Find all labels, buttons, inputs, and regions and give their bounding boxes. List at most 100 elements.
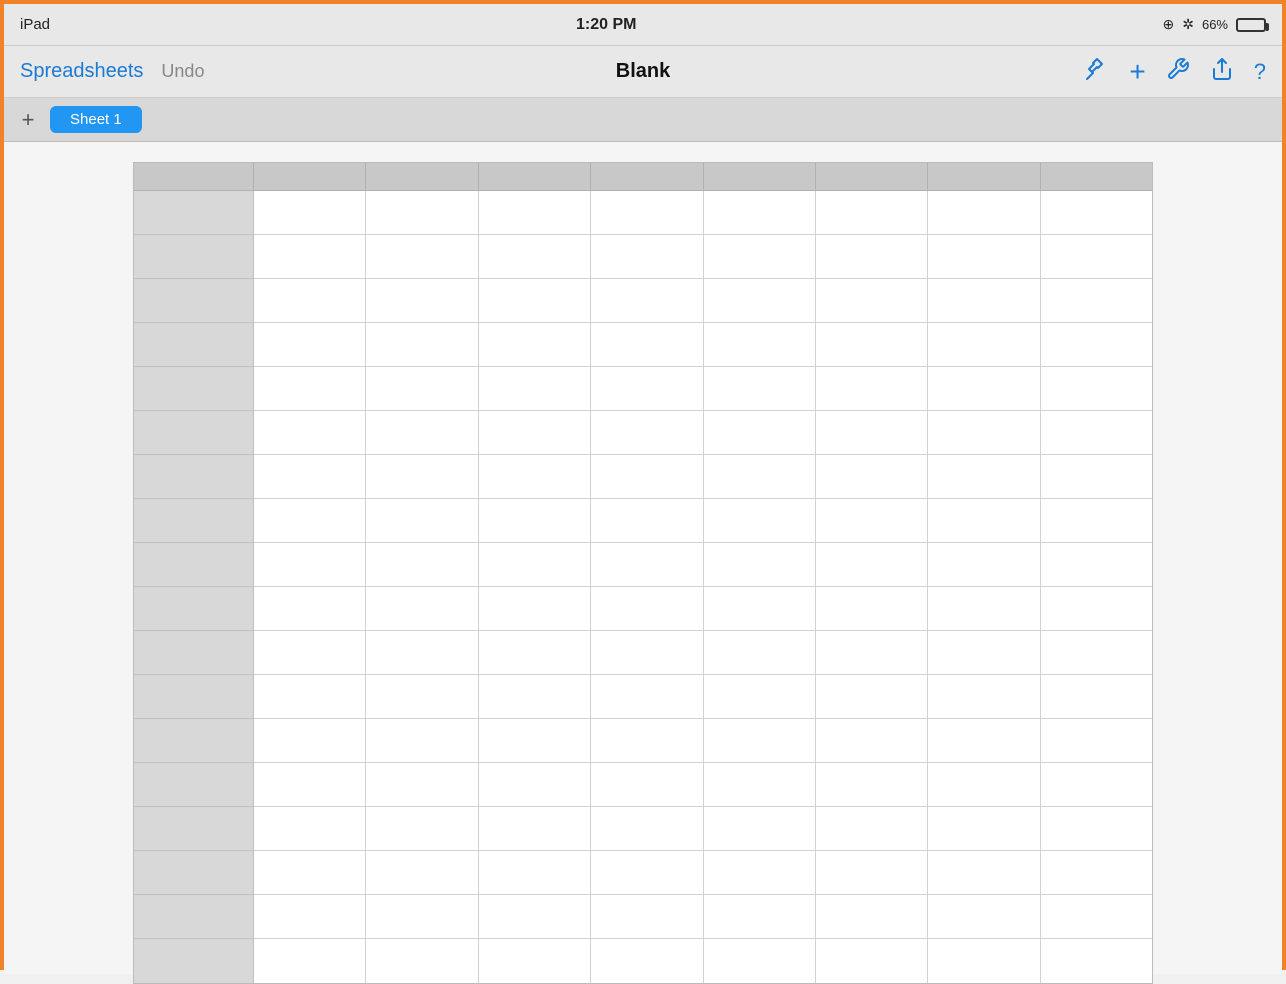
cell[interactable] xyxy=(1041,499,1152,543)
cell[interactable] xyxy=(816,939,928,983)
add-sheet-button[interactable]: + xyxy=(14,106,42,134)
sheet-tab-1[interactable]: Sheet 1 xyxy=(50,106,142,133)
cell[interactable] xyxy=(591,455,703,499)
format-icon[interactable] xyxy=(1085,57,1109,87)
col-header-f[interactable] xyxy=(816,163,928,191)
cell[interactable] xyxy=(366,235,478,279)
cell[interactable] xyxy=(928,323,1040,367)
cell[interactable] xyxy=(254,895,366,939)
cell[interactable] xyxy=(1041,235,1152,279)
cell[interactable] xyxy=(704,895,816,939)
cell[interactable] xyxy=(928,279,1040,323)
row-header[interactable] xyxy=(134,763,254,807)
cell[interactable] xyxy=(591,279,703,323)
cell[interactable] xyxy=(366,455,478,499)
cell[interactable] xyxy=(816,367,928,411)
cell[interactable] xyxy=(591,851,703,895)
cell[interactable] xyxy=(704,719,816,763)
cell[interactable] xyxy=(366,191,478,235)
cell[interactable] xyxy=(928,631,1040,675)
cell[interactable] xyxy=(816,807,928,851)
cell[interactable] xyxy=(1041,411,1152,455)
cell[interactable] xyxy=(1041,587,1152,631)
cell[interactable] xyxy=(591,895,703,939)
row-header[interactable] xyxy=(134,499,254,543)
cell[interactable] xyxy=(928,719,1040,763)
cell[interactable] xyxy=(479,323,591,367)
cell[interactable] xyxy=(591,411,703,455)
cell[interactable] xyxy=(591,939,703,983)
cell[interactable] xyxy=(1041,851,1152,895)
row-header[interactable] xyxy=(134,543,254,587)
col-header-a[interactable] xyxy=(254,163,366,191)
col-header-h[interactable] xyxy=(1041,163,1152,191)
cell[interactable] xyxy=(704,763,816,807)
cell[interactable] xyxy=(928,411,1040,455)
cell[interactable] xyxy=(366,895,478,939)
cell[interactable] xyxy=(928,235,1040,279)
cell[interactable] xyxy=(928,763,1040,807)
cell[interactable] xyxy=(704,279,816,323)
cell[interactable] xyxy=(254,939,366,983)
cell[interactable] xyxy=(254,191,366,235)
cell[interactable] xyxy=(479,763,591,807)
cell[interactable] xyxy=(704,543,816,587)
cell[interactable] xyxy=(366,587,478,631)
cell[interactable] xyxy=(366,543,478,587)
row-header[interactable] xyxy=(134,631,254,675)
cell[interactable] xyxy=(479,631,591,675)
cell[interactable] xyxy=(479,235,591,279)
cell[interactable] xyxy=(254,455,366,499)
row-header[interactable] xyxy=(134,323,254,367)
cell[interactable] xyxy=(254,323,366,367)
cell[interactable] xyxy=(591,367,703,411)
col-header-d[interactable] xyxy=(591,163,703,191)
cell[interactable] xyxy=(704,807,816,851)
cell[interactable] xyxy=(816,587,928,631)
cell[interactable] xyxy=(591,631,703,675)
cell[interactable] xyxy=(479,411,591,455)
cell[interactable] xyxy=(1041,939,1152,983)
cell[interactable] xyxy=(366,763,478,807)
cell[interactable] xyxy=(704,939,816,983)
col-header-e[interactable] xyxy=(704,163,816,191)
cell[interactable] xyxy=(816,895,928,939)
cell[interactable] xyxy=(479,719,591,763)
row-header[interactable] xyxy=(134,807,254,851)
row-header[interactable] xyxy=(134,279,254,323)
cell[interactable] xyxy=(591,191,703,235)
row-header[interactable] xyxy=(134,719,254,763)
cell[interactable] xyxy=(928,851,1040,895)
cell[interactable] xyxy=(816,675,928,719)
help-icon[interactable]: ? xyxy=(1254,59,1266,85)
cell[interactable] xyxy=(479,191,591,235)
cell[interactable] xyxy=(704,191,816,235)
row-header[interactable] xyxy=(134,851,254,895)
cell[interactable] xyxy=(366,851,478,895)
cell[interactable] xyxy=(591,763,703,807)
cell[interactable] xyxy=(1041,279,1152,323)
cell[interactable] xyxy=(928,939,1040,983)
cell[interactable] xyxy=(479,587,591,631)
cell[interactable] xyxy=(366,939,478,983)
cell[interactable] xyxy=(816,851,928,895)
col-header-b[interactable] xyxy=(366,163,478,191)
cell[interactable] xyxy=(816,235,928,279)
wrench-icon[interactable] xyxy=(1166,57,1190,87)
cell[interactable] xyxy=(254,367,366,411)
cell[interactable] xyxy=(1041,323,1152,367)
col-header-g[interactable] xyxy=(928,163,1040,191)
cell[interactable] xyxy=(816,763,928,807)
cell[interactable] xyxy=(479,851,591,895)
row-header[interactable] xyxy=(134,455,254,499)
undo-button[interactable]: Undo xyxy=(161,61,204,82)
cell[interactable] xyxy=(1041,807,1152,851)
cell[interactable] xyxy=(366,631,478,675)
cell[interactable] xyxy=(366,675,478,719)
cell[interactable] xyxy=(1041,895,1152,939)
cell[interactable] xyxy=(704,235,816,279)
cell[interactable] xyxy=(254,719,366,763)
cell[interactable] xyxy=(704,367,816,411)
cell[interactable] xyxy=(591,807,703,851)
cell[interactable] xyxy=(816,631,928,675)
